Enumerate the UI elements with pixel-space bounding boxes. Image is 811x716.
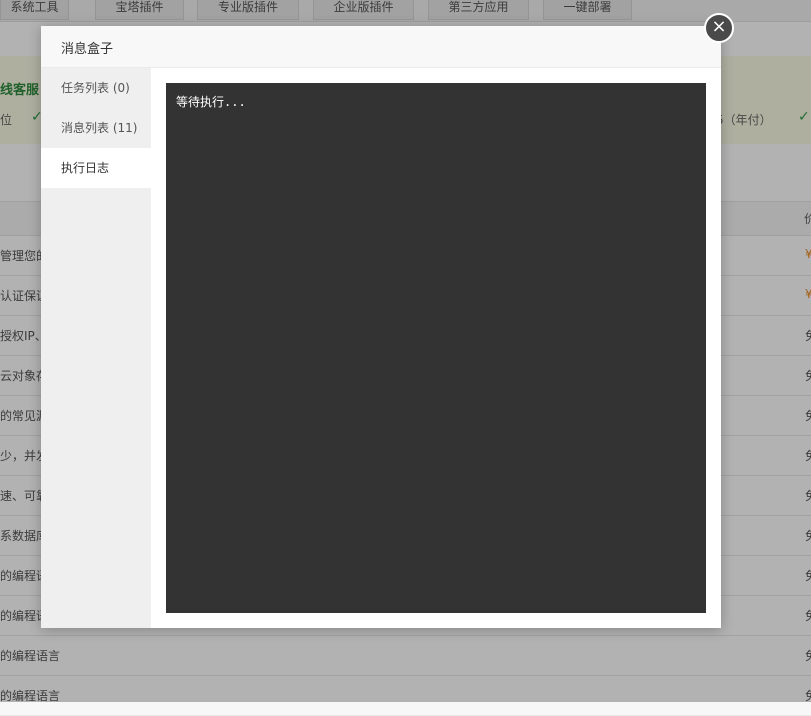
tab-message-list[interactable]: 消息列表 (11) [41,108,151,148]
modal-content: 等待执行... [151,68,721,628]
close-icon: × [711,16,727,37]
tab-task-list[interactable]: 任务列表 (0) [41,68,151,108]
tab-execution-log[interactable]: 执行日志 [41,148,151,188]
message-box-modal: 消息盒子 任务列表 (0) 消息列表 (11) 执行日志 等待执行... [41,26,721,628]
modal-title: 消息盒子 [61,42,114,57]
modal-sidebar: 任务列表 (0) 消息列表 (11) 执行日志 [41,68,151,628]
log-console[interactable]: 等待执行... [166,83,706,613]
log-text: 等待执行... [176,95,246,109]
modal-header: 消息盒子 [41,26,721,68]
close-button[interactable]: × [704,13,734,43]
